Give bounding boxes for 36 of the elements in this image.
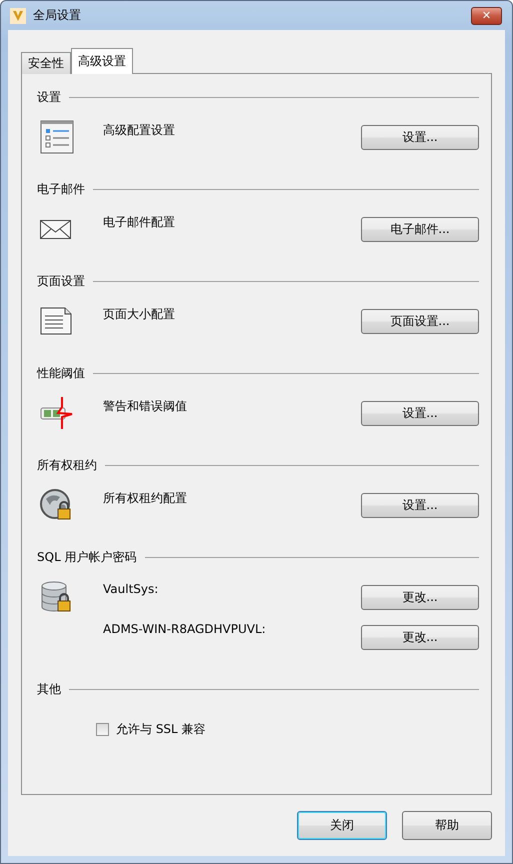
- tab[interactable]: 高级设置: [71, 48, 133, 74]
- checkbox-label: 允许与 SSL 兼容: [116, 720, 206, 738]
- document-icon: [40, 307, 72, 335]
- meter-icon: [40, 396, 74, 430]
- settings-button[interactable]: 电子邮件...: [361, 216, 479, 242]
- dialog-button[interactable]: 帮助: [402, 811, 492, 840]
- settings-button[interactable]: 设置...: [361, 124, 479, 150]
- setting-label: 电子邮件配置: [103, 214, 176, 231]
- dialog-button[interactable]: 关闭: [297, 811, 387, 840]
- envelope-icon: [40, 220, 71, 238]
- globe-lock-icon: [40, 489, 72, 521]
- settings-button[interactable]: 页面设置...: [361, 308, 479, 334]
- section-heading: 电子邮件: [37, 180, 85, 198]
- section-heading: 所有权租约: [37, 456, 97, 474]
- close-button[interactable]: ✕: [471, 6, 502, 24]
- database-lock-icon: [40, 581, 72, 613]
- section-heading: 性能阈值: [37, 364, 85, 382]
- settings-list-icon: [40, 120, 74, 154]
- setting-label: VaultSys:: [103, 581, 160, 596]
- section-heading: 其他: [37, 680, 61, 698]
- settings-button[interactable]: 更改...: [361, 584, 479, 610]
- setting-label: ADMS-WIN-R8AGDHVPUVL:: [103, 621, 267, 636]
- section-heading: 页面设置: [37, 272, 85, 290]
- tab[interactable]: 安全性: [21, 52, 71, 74]
- section-heading: SQL 用户帐户密码: [37, 548, 137, 566]
- setting-label: 所有权租约配置: [103, 490, 188, 507]
- setting-label: 警告和错误阈值: [103, 398, 188, 415]
- settings-button[interactable]: 更改...: [361, 624, 479, 650]
- settings-button[interactable]: 设置...: [361, 400, 479, 426]
- setting-label: 高级配置设置: [103, 122, 176, 139]
- app-logo-icon: [10, 8, 26, 24]
- setting-label: 页面大小配置: [103, 306, 176, 323]
- settings-button[interactable]: 设置...: [361, 492, 479, 518]
- window-title: 全局设置: [33, 7, 82, 24]
- section-heading: 设置: [37, 88, 61, 106]
- checkbox[interactable]: [96, 722, 109, 736]
